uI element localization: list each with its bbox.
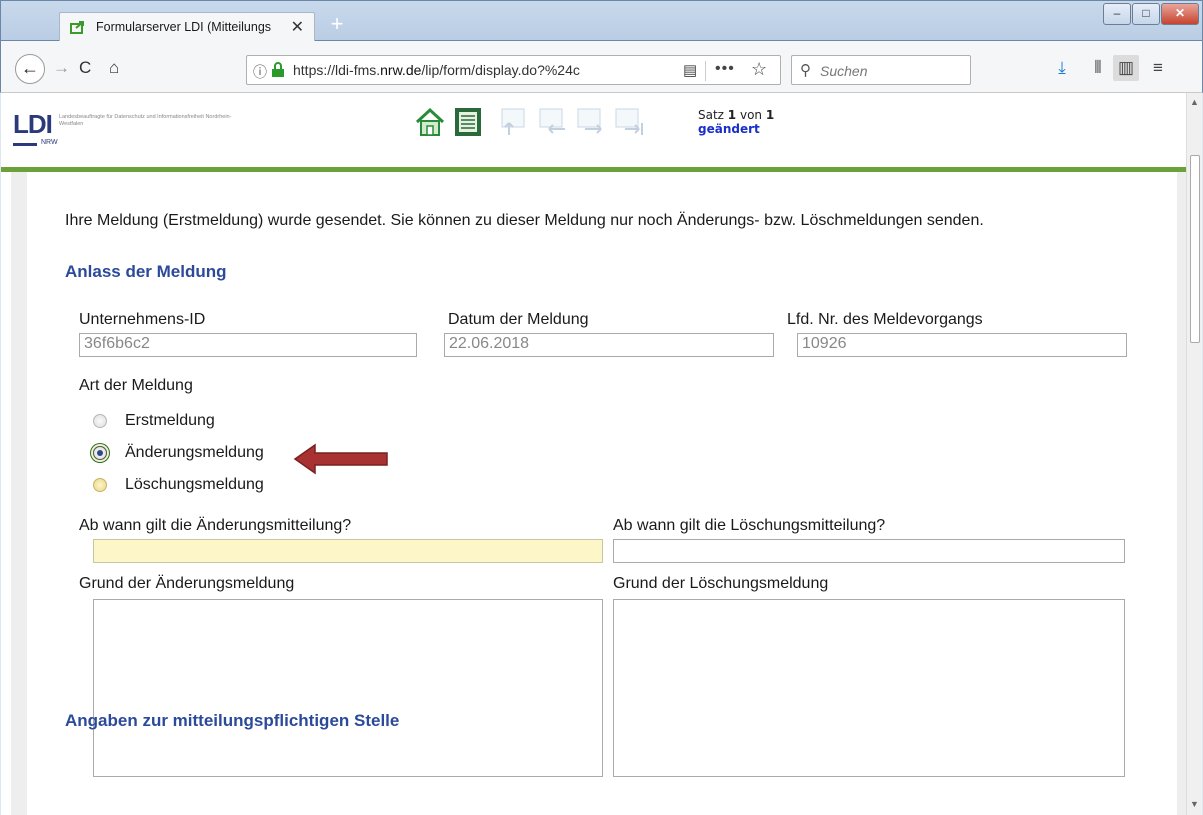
search-bar[interactable]: ⚲ Suchen: [791, 55, 971, 85]
first-record-icon[interactable]: [499, 105, 533, 139]
sequence-number-label: Lfd. Nr. des Meldevorgangs: [787, 311, 983, 328]
reload-icon[interactable]: C: [79, 58, 91, 78]
report-type-label: Art der Meldung: [79, 377, 193, 394]
home-icon[interactable]: ⌂: [109, 58, 119, 78]
delete-date-field[interactable]: [613, 539, 1125, 563]
vertical-scrollbar[interactable]: ▲ ▼: [1186, 93, 1202, 815]
ldi-logo: LDI NRW Landesbeauftragte für Datenschut…: [13, 109, 232, 146]
next-section-title: Angaben zur mitteilungspflichtigen Stell…: [65, 711, 400, 730]
form-list-icon[interactable]: [451, 105, 485, 139]
radio-label: Löschungsmeldung: [125, 476, 264, 493]
change-date-field[interactable]: [93, 539, 603, 563]
url-bar[interactable]: ⓘ https://ldi-fms.nrw.de/lip/form/displa…: [246, 55, 781, 85]
change-reason-textarea[interactable]: [93, 599, 603, 777]
url-separator: [705, 61, 706, 81]
company-id-label: Unternehmens-ID: [79, 311, 206, 328]
library-icon[interactable]: ⫴: [1085, 55, 1111, 81]
window-titlebar: Formularserver LDI (Mitteilungs ✕ + – □ …: [0, 0, 1203, 42]
search-placeholder: Suchen: [820, 63, 868, 79]
home-icon[interactable]: [413, 105, 447, 139]
tab-title: Formularserver LDI (Mitteilungs: [96, 20, 272, 34]
new-tab-button[interactable]: +: [325, 12, 349, 38]
previous-record-icon[interactable]: [537, 105, 571, 139]
pointer-arrow-icon: [293, 443, 388, 475]
last-record-icon[interactable]: [613, 105, 647, 139]
scroll-thumb[interactable]: [1190, 155, 1200, 343]
date-field[interactable]: 22.06.2018: [444, 333, 774, 357]
browser-tab[interactable]: Formularserver LDI (Mitteilungs ✕: [59, 12, 315, 42]
scroll-down-icon[interactable]: ▼: [1190, 799, 1199, 809]
info-icon[interactable]: ⓘ: [253, 62, 267, 82]
submission-notice: Ihre Meldung (Erstmeldung) wurde gesende…: [65, 212, 984, 229]
sequence-number-field[interactable]: 10926: [797, 333, 1127, 357]
radio-label: Erstmeldung: [125, 412, 215, 429]
change-date-label: Ab wann gilt die Änderungsmitteilung?: [79, 517, 352, 534]
app-header: LDI NRW Landesbeauftragte für Datenschut…: [1, 93, 1186, 172]
date-label: Datum der Meldung: [448, 311, 589, 328]
maximize-button[interactable]: □: [1132, 3, 1160, 25]
close-window-button[interactable]: ✕: [1161, 3, 1199, 25]
reader-view-icon[interactable]: ▤: [683, 61, 697, 79]
tab-close-icon[interactable]: ✕: [291, 17, 304, 37]
scroll-up-icon[interactable]: ▲: [1190, 97, 1199, 107]
radio-button[interactable]: [93, 478, 107, 492]
form-favicon-icon: [70, 21, 84, 34]
sidebar-icon[interactable]: ▥: [1113, 55, 1139, 81]
menu-icon[interactable]: ≡: [1145, 55, 1171, 81]
radio-button-selected[interactable]: [93, 446, 107, 460]
more-icon[interactable]: •••: [715, 60, 735, 78]
delete-reason-textarea[interactable]: [613, 599, 1125, 777]
lock-icon: [272, 62, 284, 77]
download-icon[interactable]: ⤓: [1049, 55, 1075, 81]
url-text[interactable]: https://ldi-fms.nrw.de/lip/form/display.…: [293, 62, 615, 78]
section-title: Anlass der Meldung: [65, 262, 227, 281]
web-page: LDI NRW Landesbeauftragte für Datenschut…: [1, 93, 1186, 815]
record-info: Satz 1 von 1 geändert: [698, 108, 775, 136]
bookmark-star-icon[interactable]: ☆: [751, 59, 767, 80]
company-id-field[interactable]: 36f6b6c2: [79, 333, 417, 357]
radio-button[interactable]: [93, 414, 107, 428]
record-status: geändert: [698, 122, 760, 136]
minimize-button[interactable]: –: [1103, 3, 1131, 25]
search-icon: ⚲: [800, 62, 811, 79]
navigation-toolbar: ← → C ⌂ ⓘ https://ldi-fms.nrw.de/lip/for…: [0, 41, 1203, 93]
delete-reason-label: Grund der Löschungsmeldung: [613, 575, 829, 592]
change-reason-label: Grund der Änderungsmeldung: [79, 575, 295, 592]
forward-icon[interactable]: →: [53, 58, 70, 78]
back-icon[interactable]: ←: [15, 54, 45, 84]
next-record-icon[interactable]: [575, 105, 609, 139]
delete-date-label: Ab wann gilt die Löschungsmitteilung?: [613, 517, 886, 534]
radio-label: Änderungsmeldung: [125, 444, 264, 461]
